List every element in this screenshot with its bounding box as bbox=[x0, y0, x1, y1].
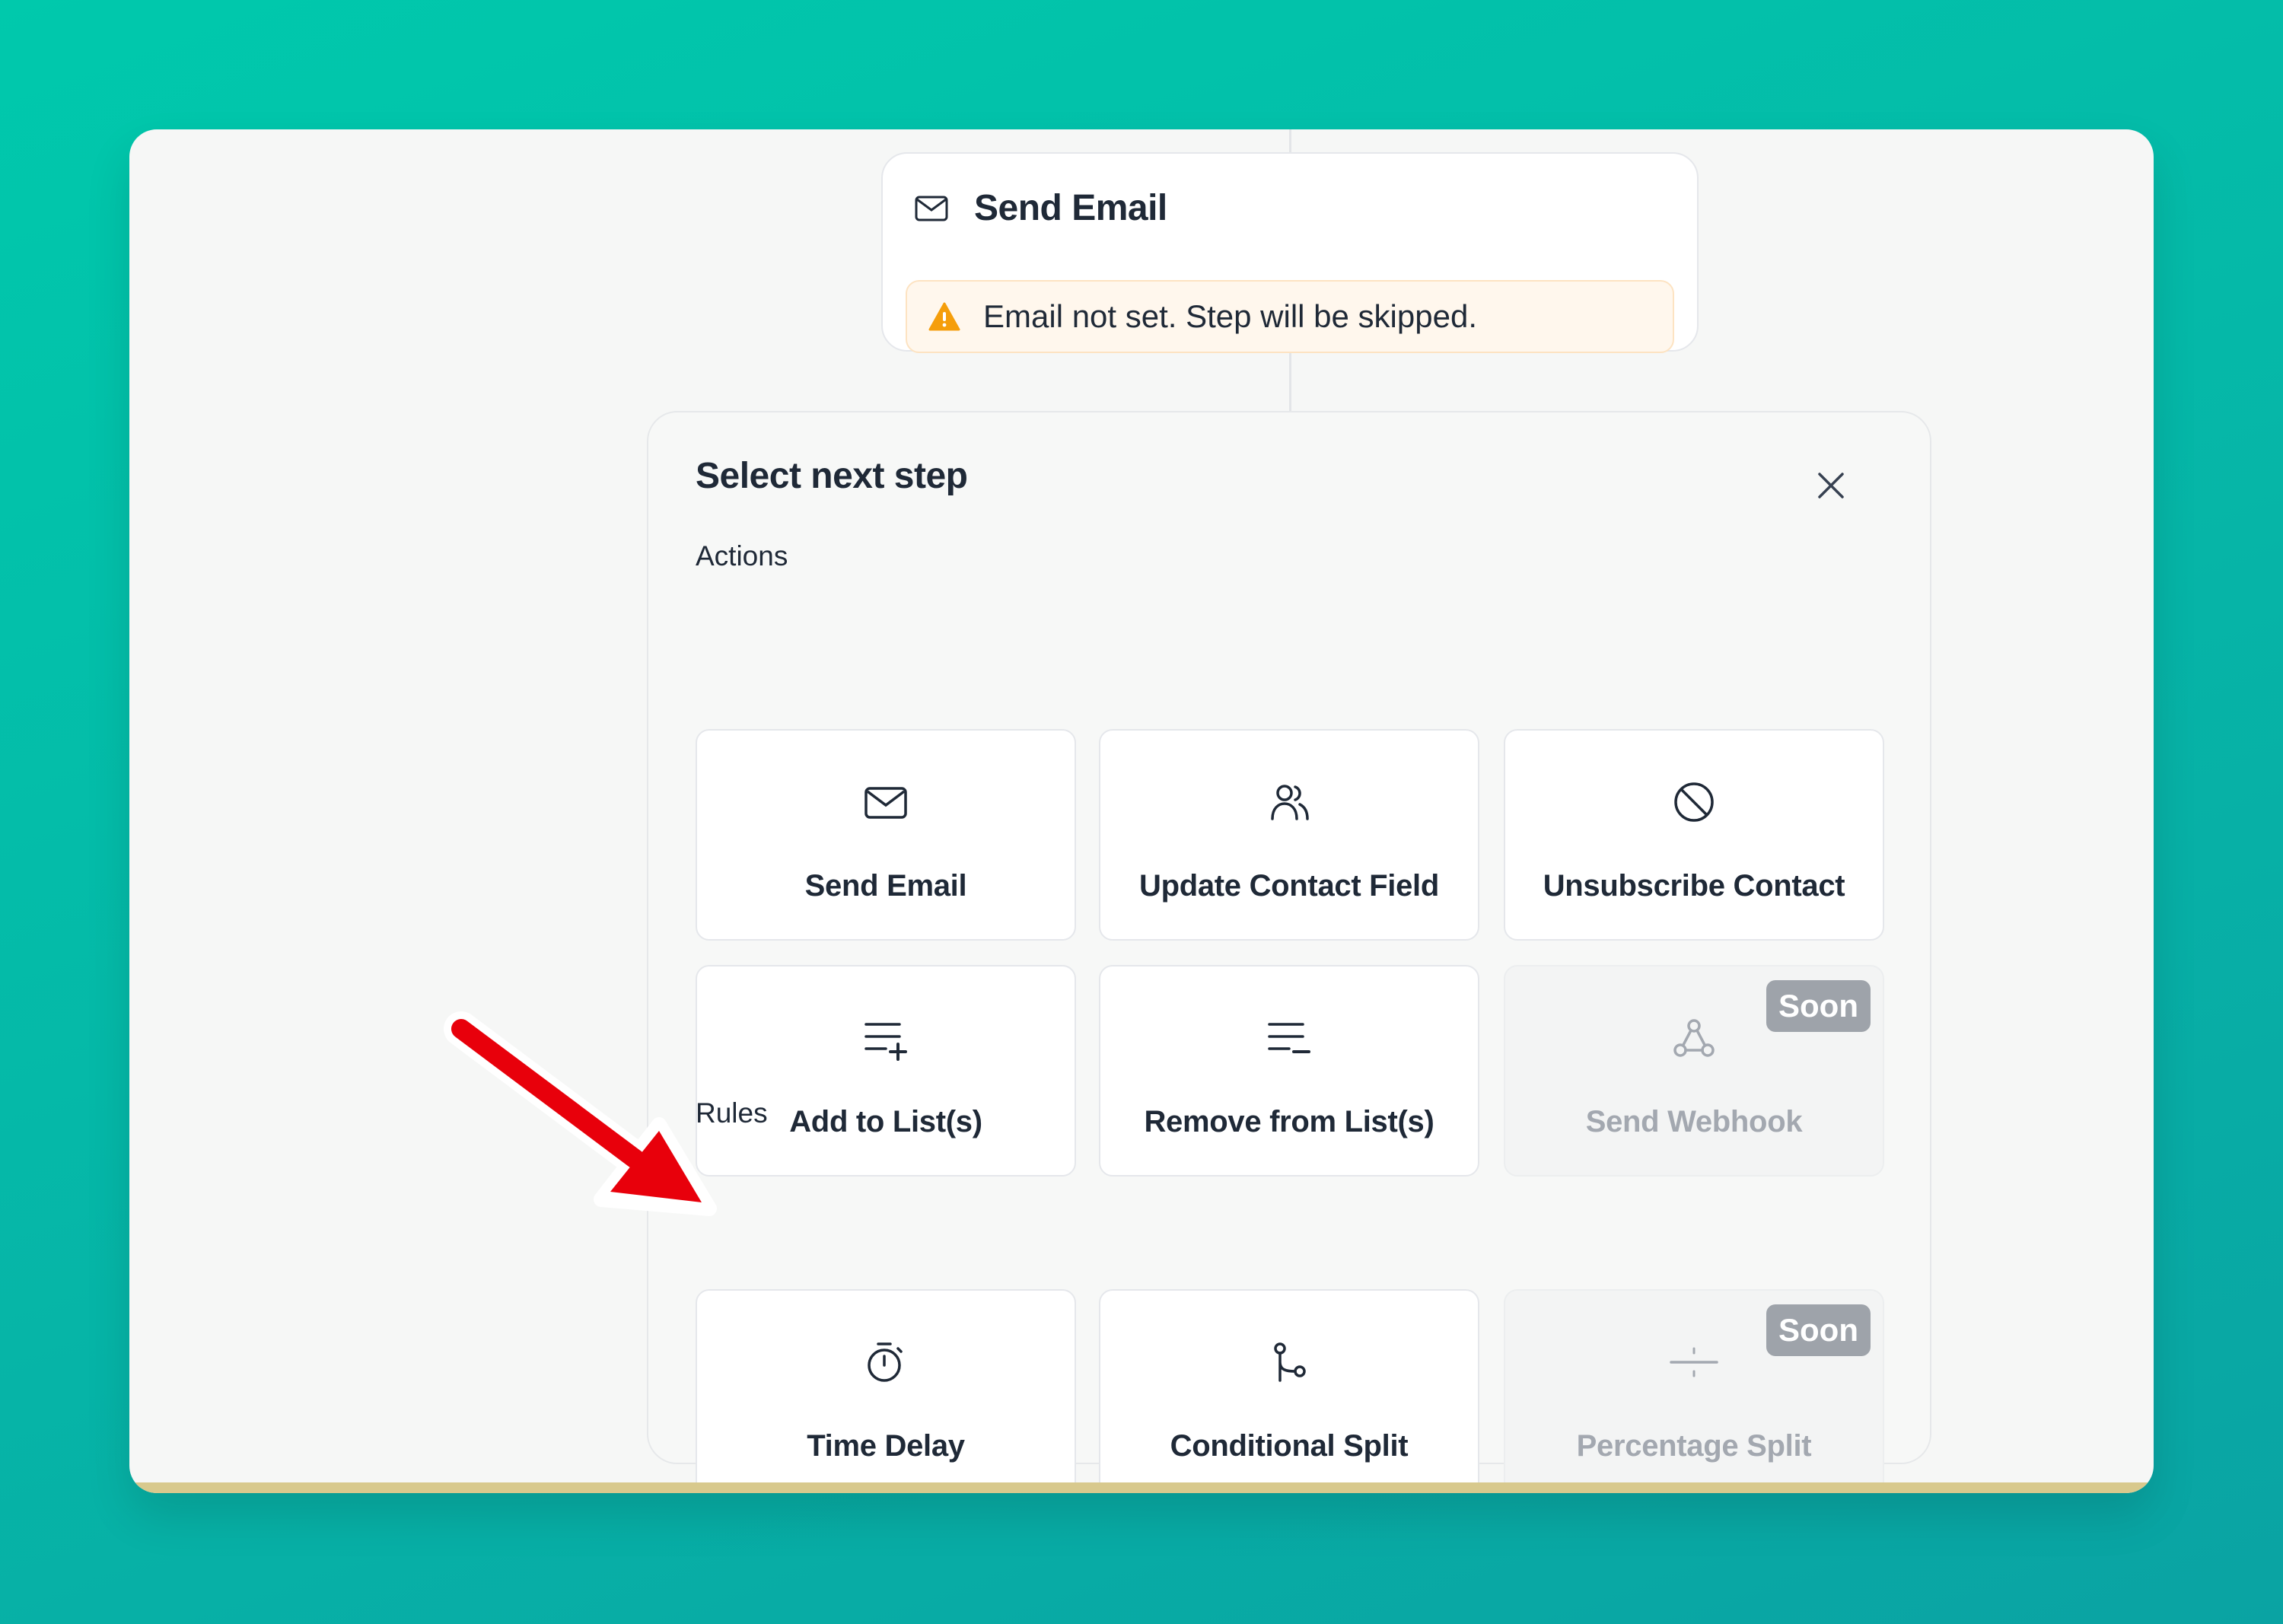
rule-conditional-split[interactable]: Conditional Split bbox=[1099, 1289, 1479, 1493]
split-icon bbox=[1274, 1342, 1306, 1382]
ban-icon bbox=[1674, 782, 1714, 822]
card-label: Send Webhook bbox=[1585, 1105, 1803, 1138]
action-send-webhook: Soon Send Webhook bbox=[1504, 965, 1884, 1177]
warning-banner: Email not set. Step will be skipped. bbox=[906, 280, 1674, 353]
close-icon[interactable] bbox=[1813, 467, 1849, 504]
rules-section-label: Rules bbox=[696, 1097, 768, 1129]
soon-badge: Soon bbox=[1766, 1304, 1871, 1356]
card-label: Percentage Split bbox=[1576, 1429, 1812, 1463]
action-add-to-lists[interactable]: Add to List(s) bbox=[696, 965, 1076, 1177]
card-label: Send Email bbox=[804, 869, 967, 903]
card-label: Remove from List(s) bbox=[1144, 1105, 1434, 1138]
warning-triangle-icon bbox=[928, 302, 960, 331]
card-label: Conditional Split bbox=[1170, 1429, 1409, 1463]
flow-connector-top bbox=[1289, 129, 1291, 154]
list-plus-icon bbox=[864, 1023, 907, 1061]
action-unsubscribe-contact[interactable]: Unsubscribe Contact bbox=[1504, 729, 1884, 941]
list-minus-icon bbox=[1268, 1023, 1310, 1053]
card-label: Unsubscribe Contact bbox=[1543, 869, 1845, 903]
card-label: Time Delay bbox=[807, 1429, 965, 1463]
step-title: Send Email bbox=[974, 188, 1167, 228]
timer-icon bbox=[868, 1342, 903, 1382]
users-icon bbox=[1271, 785, 1309, 820]
send-email-step-node[interactable]: Send Email Email not set. Step will be s… bbox=[881, 152, 1699, 353]
warning-text: Email not set. Step will be skipped. bbox=[983, 298, 1477, 334]
rule-percentage-split: Soon Percentage Split bbox=[1504, 1289, 1884, 1493]
soon-badge: Soon bbox=[1766, 980, 1871, 1032]
webhook-icon bbox=[1673, 1019, 1715, 1057]
mail-icon bbox=[864, 787, 907, 819]
action-send-email[interactable]: Send Email bbox=[696, 729, 1076, 941]
divide-icon bbox=[1670, 1347, 1718, 1377]
card-label: Update Contact Field bbox=[1138, 869, 1440, 903]
action-remove-from-lists[interactable]: Remove from List(s) bbox=[1099, 965, 1479, 1177]
rule-time-delay[interactable]: Time Delay bbox=[696, 1289, 1076, 1493]
select-next-step-panel: Select next step Actions Send Email Upda… bbox=[647, 411, 1931, 1493]
actions-section-label: Actions bbox=[696, 540, 788, 572]
flow-connector bbox=[1289, 350, 1291, 411]
panel-title: Select next step bbox=[696, 456, 968, 496]
app-window: Send Email Email not set. Step will be s… bbox=[129, 129, 2154, 1493]
mail-icon bbox=[915, 196, 948, 221]
action-update-contact-field[interactable]: Update Contact Field bbox=[1099, 729, 1479, 941]
